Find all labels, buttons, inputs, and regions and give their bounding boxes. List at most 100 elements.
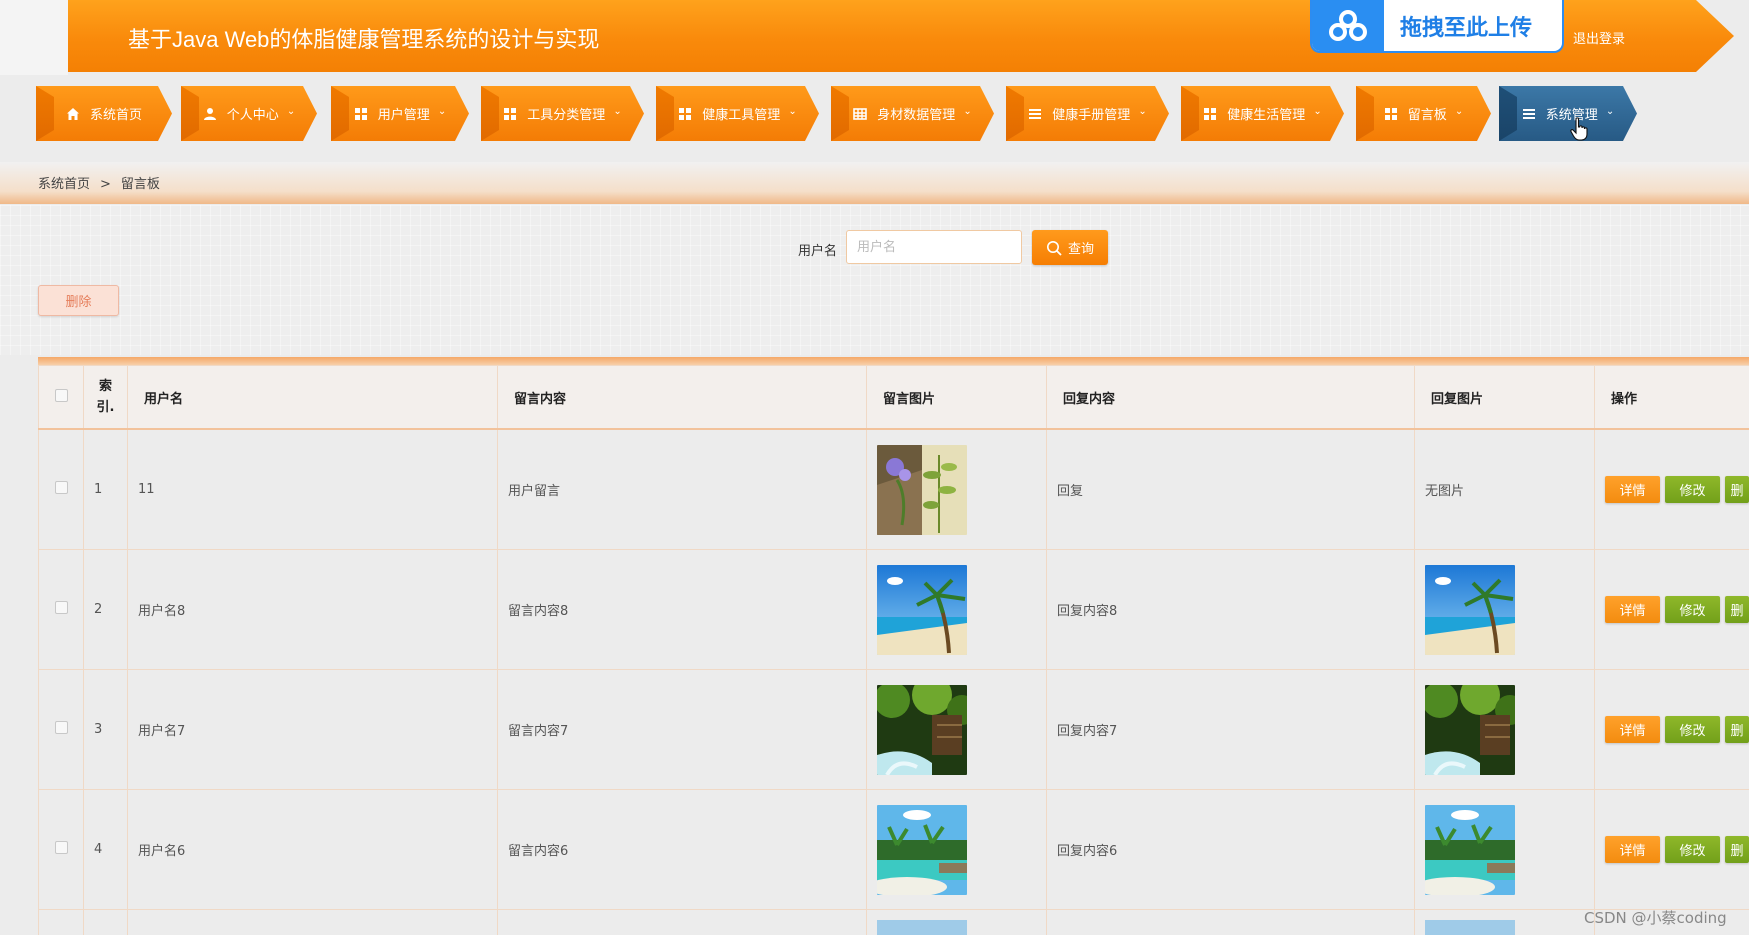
row-checkbox[interactable] — [38, 669, 84, 790]
search-button-label: 查询 — [1067, 241, 1094, 256]
nav-item-health-tools[interactable]: 健康工具管理 ⌄ — [656, 86, 819, 141]
row-actions: 详情 修改删 — [1594, 428, 1749, 550]
row-username: 用户名8 — [127, 549, 498, 670]
breadcrumb: 系统首页 > 留言板 — [38, 173, 160, 192]
nav-item-tool-category[interactable]: 工具分类管理 ⌄ — [481, 86, 644, 141]
select-all-checkbox[interactable] — [38, 365, 84, 430]
delete-row-button[interactable]: 删 — [1725, 476, 1749, 503]
nav-item-home[interactable]: 系统首页 — [36, 86, 172, 141]
nav-item-label: 个人中心 — [226, 108, 279, 123]
search-label: 用户名 — [798, 244, 838, 259]
table-row — [38, 909, 1749, 935]
nav-item-profile[interactable]: 个人中心 ⌄ — [181, 86, 317, 141]
beach-palm-photo[interactable] — [877, 564, 967, 655]
row-content — [497, 909, 867, 935]
nav-item-label: 系统首页 — [89, 108, 142, 123]
detail-button[interactable]: 详情 — [1605, 596, 1660, 623]
row-image-cell — [866, 669, 1047, 790]
edit-button[interactable]: 修改 — [1665, 596, 1720, 623]
waterfall-forest-photo[interactable] — [877, 684, 967, 775]
row-checkbox[interactable] — [38, 789, 84, 910]
breadcrumb-home[interactable]: 系统首页 — [38, 177, 90, 192]
col-reply-image[interactable]: 回复图片 — [1414, 365, 1595, 430]
nav-item-label: 用户管理 — [377, 108, 430, 123]
detail-button[interactable]: 详情 — [1605, 476, 1660, 503]
nav-item-body-data[interactable]: 身材数据管理 ⌄ — [831, 86, 994, 141]
delete-row-button[interactable]: 删 — [1725, 836, 1749, 863]
col-content[interactable]: 留言内容 — [497, 365, 867, 430]
nav-item-label: 健康手册管理 — [1052, 108, 1131, 123]
nav-item-label: 留言板 — [1407, 108, 1447, 123]
photo-thumbnail[interactable] — [1425, 920, 1515, 935]
main-nav: 系统首页 个人中心 ⌄ 用户管理 ⌄ 工具分类管理 ⌄ 健康工具管理 ⌄ 身材数… — [36, 86, 1746, 142]
breadcrumb-bar — [0, 162, 1749, 204]
detail-button[interactable]: 详情 — [1605, 716, 1660, 743]
chevron-down-icon: ⌄ — [286, 106, 296, 117]
table-header-row: 索 引. 用户名 留言内容 留言图片 回复内容 回复图片 操作 — [38, 365, 1749, 430]
col-username[interactable]: 用户名 — [127, 365, 498, 430]
col-image[interactable]: 留言图片 — [866, 365, 1047, 430]
beach-palm-photo[interactable] — [1425, 564, 1515, 655]
edit-button[interactable]: 修改 — [1665, 716, 1720, 743]
tropical-lagoon-photo[interactable] — [877, 804, 967, 895]
nav-item-health-life[interactable]: 健康生活管理 ⌄ — [1181, 86, 1344, 141]
nav-item-system[interactable]: 系统管理 ⌄ — [1499, 86, 1637, 141]
row-reply-image-cell — [1414, 669, 1595, 790]
row-content: 用户留言 — [497, 428, 867, 550]
row-content: 留言内容6 — [497, 789, 867, 910]
row-checkbox[interactable] — [38, 549, 84, 670]
breadcrumb-current: 留言板 — [120, 177, 160, 192]
edit-button[interactable]: 修改 — [1665, 836, 1720, 863]
table-row: 4 用户名6 留言内容6 回复内容6 详情 修改 删 — [38, 789, 1749, 910]
table-row: 1 11 用户留言 回复 无图片 详情 修改 删 — [38, 428, 1749, 550]
nav-item-users[interactable]: 用户管理 ⌄ — [331, 86, 469, 141]
row-image-cell — [866, 789, 1047, 910]
row-username: 11 — [127, 428, 498, 550]
row-content: 留言内容8 — [497, 549, 867, 670]
row-reply: 回复内容8 — [1046, 549, 1415, 670]
table-row: 3 用户名7 留言内容7 回复内容7 详情 修改 删 — [38, 669, 1749, 790]
row-reply-image-cell — [1414, 909, 1595, 935]
chevron-down-icon: ⌄ — [1313, 106, 1322, 117]
edit-button[interactable]: 修改 — [1665, 476, 1720, 503]
photo-thumbnail[interactable] — [877, 920, 967, 935]
row-reply: 回复 — [1046, 428, 1415, 550]
search-button[interactable]: 查询 — [1032, 230, 1108, 265]
row-reply: 回复内容7 — [1046, 669, 1415, 790]
row-image-cell — [866, 549, 1047, 670]
nav-item-message-board[interactable]: 留言板 ⌄ — [1356, 86, 1491, 141]
watermark: CSDN @小蔡coding — [1584, 909, 1727, 927]
upload-widget[interactable]: 拖拽至此上传 — [1310, 0, 1564, 53]
user-icon — [203, 107, 217, 121]
row-reply — [1046, 909, 1415, 935]
row-reply-image-cell — [1414, 549, 1595, 670]
chevron-down-icon: ⌄ — [1454, 106, 1464, 117]
row-image-cell — [866, 909, 1047, 935]
detail-button[interactable]: 详情 — [1605, 836, 1660, 863]
nav-item-health-manual[interactable]: 健康手册管理 ⌄ — [1006, 86, 1169, 141]
username-search-input[interactable] — [846, 230, 1022, 264]
flowers-photo[interactable] — [877, 444, 967, 535]
waterfall-forest-photo[interactable] — [1425, 684, 1515, 775]
grid-icon — [1384, 107, 1398, 121]
list-icon — [1028, 107, 1042, 121]
delete-row-button[interactable]: 删 — [1725, 596, 1749, 623]
grid-icon — [1203, 107, 1217, 121]
chevron-down-icon: ⌄ — [1138, 106, 1147, 117]
row-reply: 回复内容6 — [1046, 789, 1415, 910]
col-reply[interactable]: 回复内容 — [1046, 365, 1415, 430]
breadcrumb-separator: > — [100, 177, 111, 192]
grid-icon — [678, 107, 692, 121]
tropical-lagoon-photo[interactable] — [1425, 804, 1515, 895]
message-table: 索 引. 用户名 留言内容 留言图片 回复内容 回复图片 操作 1 11 用户留… — [38, 357, 1749, 935]
list-icon — [1522, 107, 1536, 121]
delete-row-button[interactable]: 删 — [1725, 716, 1749, 743]
row-checkbox[interactable] — [38, 909, 84, 935]
delete-button[interactable]: 删除 — [38, 285, 119, 316]
chevron-down-icon: ⌄ — [963, 106, 972, 117]
grid-icon — [503, 107, 517, 121]
chevron-down-icon: ⌄ — [613, 106, 622, 117]
row-checkbox[interactable] — [38, 428, 84, 550]
nav-item-label: 健康工具管理 — [702, 108, 781, 123]
logout-link[interactable]: 退出登录 — [1573, 28, 1625, 47]
